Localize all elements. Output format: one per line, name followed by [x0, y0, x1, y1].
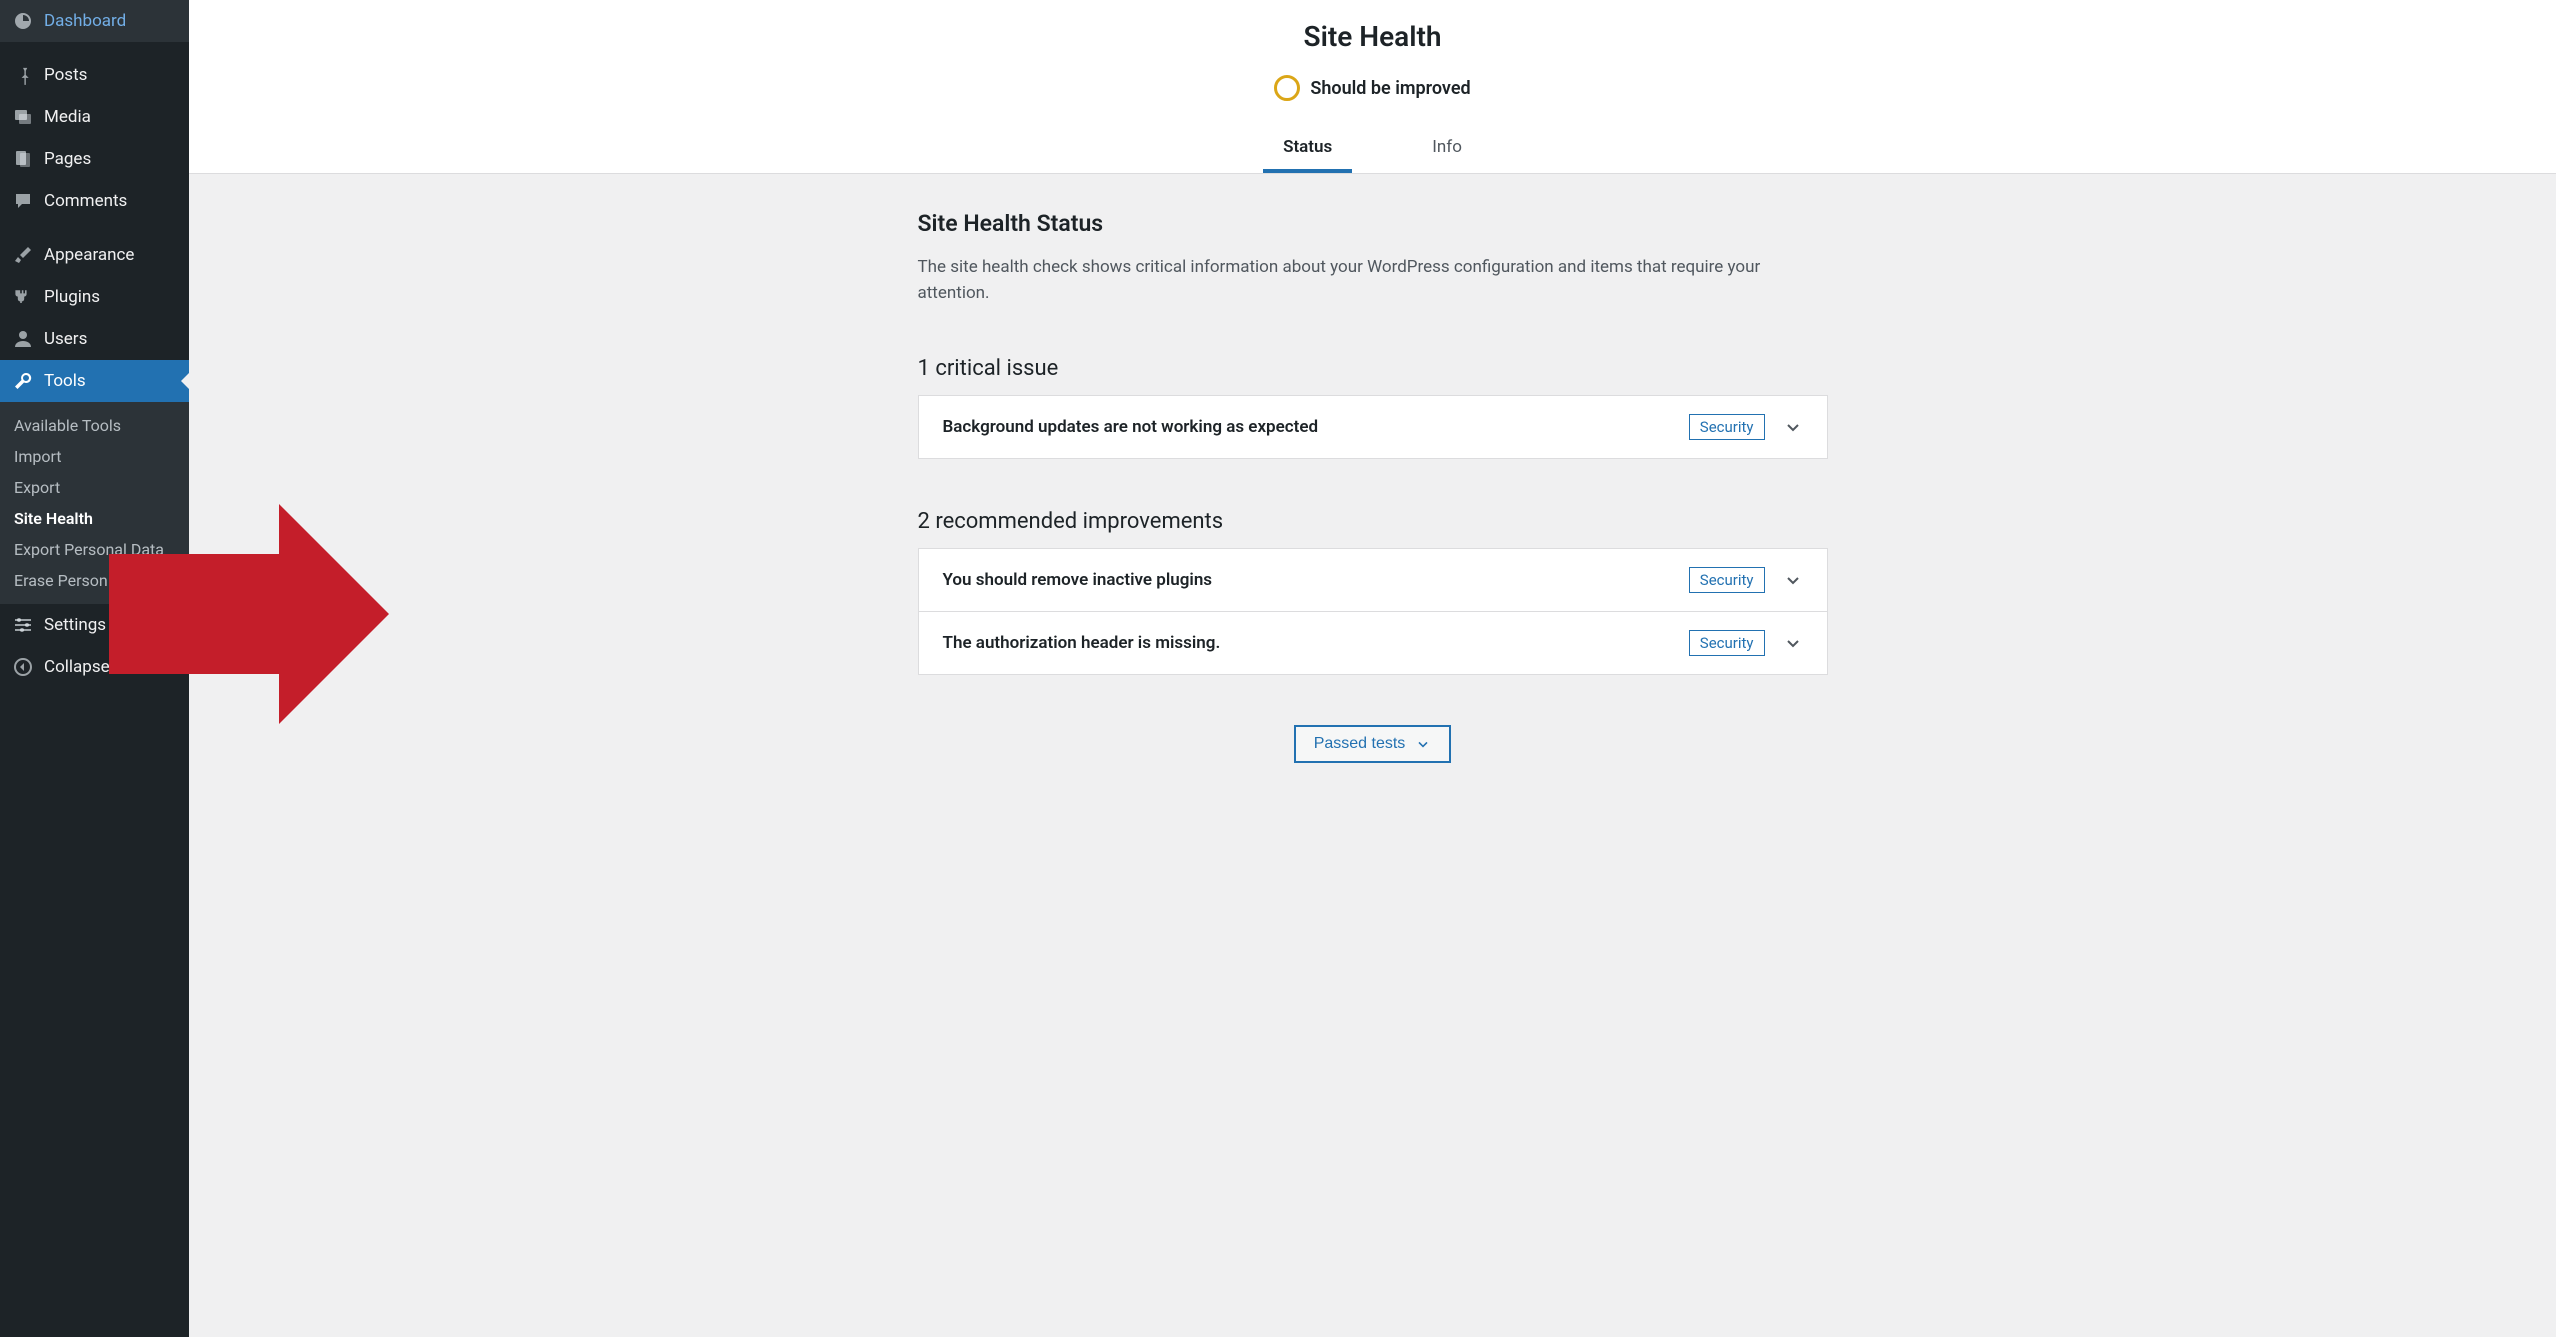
sidebar-item-label: Users — [44, 329, 87, 349]
sidebar-item-label: Pages — [44, 149, 91, 169]
wrench-icon — [12, 370, 34, 392]
brush-icon — [12, 244, 34, 266]
submenu-erase-personal-data[interactable]: Erase Person — [0, 565, 189, 596]
issue-title: Background updates are not working as ex… — [943, 417, 1319, 437]
section-description: The site health check shows critical inf… — [918, 255, 1828, 306]
media-icon — [12, 106, 34, 128]
chevron-down-icon[interactable] — [1783, 417, 1803, 437]
content: Site Health Status The site health check… — [898, 174, 1848, 799]
issue-row[interactable]: Background updates are not working as ex… — [919, 396, 1827, 458]
chevron-down-icon — [1415, 736, 1431, 752]
recommended-issues-heading: 2 recommended improvements — [918, 509, 1828, 534]
main-content-area: Site Health Should be improved Status In… — [189, 0, 2556, 1337]
admin-sidebar: Dashboard Posts Media Pages Comments App… — [0, 0, 189, 1337]
sidebar-item-comments[interactable]: Comments — [0, 180, 189, 222]
collapse-icon — [12, 656, 34, 678]
submenu-site-health[interactable]: Site Health — [0, 503, 189, 534]
issue-badge: Security — [1689, 630, 1765, 656]
comment-icon — [12, 190, 34, 212]
sidebar-item-label: Collapse menu — [44, 657, 157, 677]
sidebar-item-appearance[interactable]: Appearance — [0, 234, 189, 276]
tools-submenu: Available Tools Import Export Site Healt… — [0, 402, 189, 604]
page-header: Site Health Should be improved Status In… — [189, 0, 2556, 174]
pages-icon — [12, 148, 34, 170]
sidebar-item-label: Posts — [44, 65, 87, 85]
issue-title: The authorization header is missing. — [943, 633, 1221, 653]
plug-icon — [12, 286, 34, 308]
submenu-export[interactable]: Export — [0, 472, 189, 503]
section-title: Site Health Status — [918, 210, 1828, 237]
sidebar-item-pages[interactable]: Pages — [0, 138, 189, 180]
sliders-icon — [12, 614, 34, 636]
sidebar-item-label: Plugins — [44, 287, 100, 307]
page-title: Site Health — [189, 20, 2556, 53]
issue-badge: Security — [1689, 414, 1765, 440]
sidebar-item-plugins[interactable]: Plugins — [0, 276, 189, 318]
issue-title: You should remove inactive plugins — [943, 570, 1213, 590]
pin-icon — [12, 64, 34, 86]
status-text: Should be improved — [1310, 78, 1470, 99]
submenu-available-tools[interactable]: Available Tools — [0, 410, 189, 441]
sidebar-collapse[interactable]: Collapse menu — [0, 646, 189, 688]
status-circle-icon — [1274, 75, 1300, 101]
sidebar-item-dashboard[interactable]: Dashboard — [0, 0, 189, 42]
sidebar-item-label: Appearance — [44, 245, 134, 265]
passed-tests-button[interactable]: Passed tests — [1294, 725, 1452, 763]
sidebar-item-label: Settings — [44, 615, 106, 635]
issue-badge: Security — [1689, 567, 1765, 593]
sidebar-item-media[interactable]: Media — [0, 96, 189, 138]
health-status-indicator: Should be improved — [1274, 75, 1470, 101]
sidebar-item-tools[interactable]: Tools — [0, 360, 189, 402]
tabs: Status Info — [189, 125, 2556, 173]
user-icon — [12, 328, 34, 350]
critical-issues-list: Background updates are not working as ex… — [918, 395, 1828, 459]
issue-row[interactable]: The authorization header is missing. Sec… — [919, 612, 1827, 674]
tab-status[interactable]: Status — [1263, 125, 1352, 173]
recommended-issues-list: You should remove inactive plugins Secur… — [918, 548, 1828, 675]
submenu-import[interactable]: Import — [0, 441, 189, 472]
sidebar-item-users[interactable]: Users — [0, 318, 189, 360]
sidebar-item-posts[interactable]: Posts — [0, 54, 189, 96]
passed-tests-label: Passed tests — [1314, 735, 1406, 753]
tab-info[interactable]: Info — [1412, 125, 1482, 173]
issue-row[interactable]: You should remove inactive plugins Secur… — [919, 549, 1827, 612]
sidebar-item-label: Dashboard — [44, 11, 126, 31]
sidebar-item-label: Media — [44, 107, 91, 127]
sidebar-item-label: Comments — [44, 191, 127, 211]
chevron-down-icon[interactable] — [1783, 570, 1803, 590]
sidebar-item-settings[interactable]: Settings — [0, 604, 189, 646]
dashboard-icon — [12, 10, 34, 32]
critical-issues-heading: 1 critical issue — [918, 356, 1828, 381]
submenu-export-personal-data[interactable]: Export Personal Data — [0, 534, 189, 565]
sidebar-item-label: Tools — [44, 371, 86, 391]
chevron-down-icon[interactable] — [1783, 633, 1803, 653]
